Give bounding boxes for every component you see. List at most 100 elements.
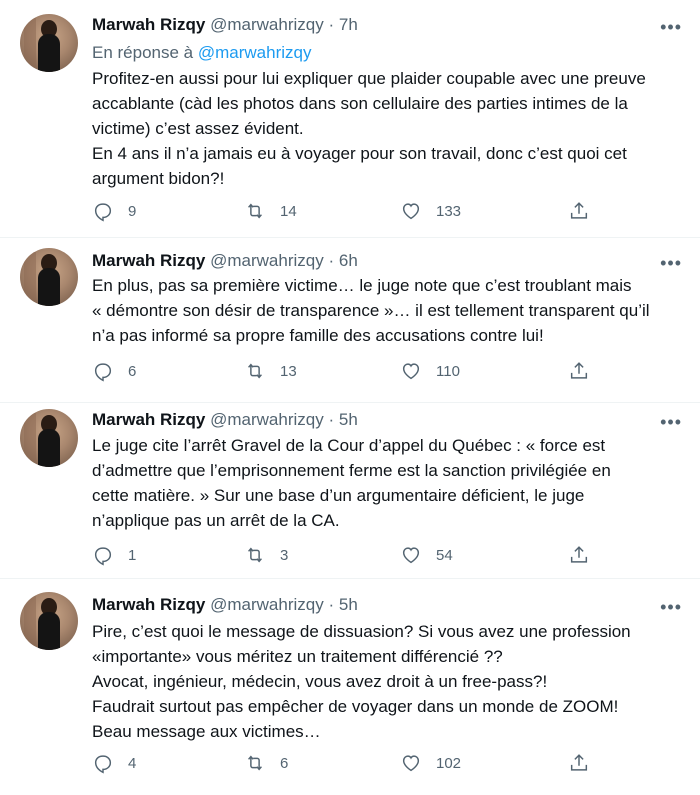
tweet-header: Marwah Rizqy @marwahrizqy · 5h — [92, 594, 358, 616]
tweet-text-line: «importante» vous méritez un traitement … — [92, 647, 503, 666]
author-handle[interactable]: @marwahrizqy — [210, 595, 324, 614]
like-count: 54 — [436, 546, 453, 564]
share-button[interactable] — [568, 543, 590, 567]
like-button[interactable]: 110 — [400, 359, 460, 383]
tweet-text-line: « démontre son désir de transparence »… … — [92, 301, 650, 320]
retweet-icon — [248, 203, 262, 219]
tweet-text-line: En plus, pas sa première victime… le jug… — [92, 276, 632, 295]
retweet-button[interactable]: 3 — [244, 543, 288, 567]
tweet-text-line: Faudrait surtout pas empêcher de voyager… — [92, 697, 619, 716]
tweet-header: Marwah Rizqy @marwahrizqy · 6h — [92, 250, 358, 272]
reply-icon — [94, 363, 112, 382]
action-bar: 1 3 54 — [92, 543, 592, 567]
separator-dot: · — [328, 595, 335, 614]
share-icon — [570, 362, 588, 379]
retweet-button[interactable]: 6 — [244, 751, 288, 775]
tweet-text: Pire, c’est quoi le message de dissuasio… — [92, 619, 682, 744]
timestamp[interactable]: 7h — [339, 15, 358, 34]
retweet-button[interactable]: 13 — [244, 359, 297, 383]
separator-dot: · — [328, 410, 335, 429]
avatar[interactable] — [20, 409, 78, 467]
like-button[interactable]: 102 — [400, 751, 461, 775]
share-button[interactable] — [568, 359, 590, 383]
more-icon[interactable]: ••• — [660, 598, 682, 616]
retweet-count: 6 — [280, 754, 289, 772]
share-button[interactable] — [568, 199, 590, 223]
reply-icon — [94, 547, 112, 566]
reply-count: 4 — [128, 754, 137, 772]
tweet-text-line: n’a pas informé sa propre famille des ac… — [92, 326, 544, 345]
like-button[interactable]: 133 — [400, 199, 461, 223]
more-icon[interactable]: ••• — [660, 254, 682, 272]
retweet-icon — [248, 547, 262, 563]
share-button[interactable] — [568, 751, 590, 775]
action-bar: 9 14 133 — [92, 199, 592, 223]
tweet-text-line: n’applique pas un arrêt de la CA. — [92, 511, 340, 530]
author-name[interactable]: Marwah Rizqy — [92, 15, 205, 34]
like-count: 133 — [436, 202, 462, 220]
tweet[interactable]: Marwah Rizqy @marwahrizqy · 5h ••• Le ju… — [0, 403, 700, 579]
tweet-text-line: Profitez-en aussi pour lui expliquer que… — [92, 69, 646, 88]
heart-icon — [402, 547, 420, 564]
tweet[interactable]: Marwah Rizqy @marwahrizqy · 5h ••• Pire,… — [0, 579, 700, 795]
author-handle[interactable]: @marwahrizqy — [210, 15, 324, 34]
tweet-text-line: Beau message aux victimes… — [92, 722, 321, 741]
tweet-header: Marwah Rizqy @marwahrizqy · 7h — [92, 14, 358, 36]
tweet-thread: Marwah Rizqy @marwahrizqy · 7h ••• En ré… — [0, 0, 700, 795]
author-handle[interactable]: @marwahrizqy — [210, 410, 324, 429]
tweet-text-line: Le juge cite l’arrêt Gravel de la Cour d… — [92, 436, 606, 455]
tweet-text-line: accablante (càd les photos dans son cell… — [92, 94, 628, 113]
tweet[interactable]: Marwah Rizqy @marwahrizqy · 6h ••• En pl… — [0, 238, 700, 403]
timestamp[interactable]: 5h — [339, 410, 358, 429]
heart-icon — [402, 203, 420, 220]
tweet-text: En plus, pas sa première victime… le jug… — [92, 273, 682, 348]
share-icon — [570, 546, 588, 563]
tweet-text: Le juge cite l’arrêt Gravel de la Cour d… — [92, 433, 682, 533]
reply-button[interactable]: 1 — [92, 543, 136, 567]
reply-icon — [94, 755, 112, 774]
retweet-count: 3 — [280, 546, 289, 564]
author-name[interactable]: Marwah Rizqy — [92, 595, 205, 614]
timestamp[interactable]: 5h — [339, 595, 358, 614]
more-icon[interactable]: ••• — [660, 413, 682, 431]
avatar[interactable] — [20, 14, 78, 72]
reply-button[interactable]: 6 — [92, 359, 136, 383]
tweet-text: Profitez-en aussi pour lui expliquer que… — [92, 66, 682, 191]
retweet-icon — [248, 363, 262, 379]
retweet-button[interactable]: 14 — [244, 199, 297, 223]
more-icon[interactable]: ••• — [660, 18, 682, 36]
reply-handle-link[interactable]: @marwahrizqy — [198, 43, 312, 62]
avatar[interactable] — [20, 248, 78, 306]
share-icon — [570, 202, 588, 219]
separator-dot: · — [328, 15, 335, 34]
tweet-text-line: Avocat, ingénieur, médecin, vous avez dr… — [92, 672, 548, 691]
tweet-text-line: argument bidon?! — [92, 169, 225, 188]
tweet-header: Marwah Rizqy @marwahrizqy · 5h — [92, 409, 358, 431]
tweet-text-line: En 4 ans il n’a jamais eu à voyager pour… — [92, 144, 627, 163]
tweet[interactable]: Marwah Rizqy @marwahrizqy · 7h ••• En ré… — [0, 0, 700, 238]
reply-button[interactable]: 4 — [92, 751, 136, 775]
retweet-count: 13 — [280, 362, 297, 380]
tweet-text-line: Pire, c’est quoi le message de dissuasio… — [92, 622, 631, 641]
reply-button[interactable]: 9 — [92, 199, 136, 223]
author-name[interactable]: Marwah Rizqy — [92, 410, 205, 429]
avatar[interactable] — [20, 592, 78, 650]
retweet-icon — [248, 755, 262, 771]
heart-icon — [402, 755, 420, 772]
action-bar: 4 6 102 — [92, 751, 592, 775]
like-button[interactable]: 54 — [400, 543, 453, 567]
retweet-count: 14 — [280, 202, 297, 220]
reply-icon — [94, 203, 112, 222]
timestamp[interactable]: 6h — [339, 251, 358, 270]
author-name[interactable]: Marwah Rizqy — [92, 251, 205, 270]
like-count: 110 — [436, 362, 460, 380]
reply-count: 1 — [128, 546, 137, 564]
separator-dot: · — [328, 251, 335, 270]
author-handle[interactable]: @marwahrizqy — [210, 251, 324, 270]
reply-count: 9 — [128, 202, 137, 220]
reply-count: 6 — [128, 362, 137, 380]
share-icon — [570, 754, 588, 771]
like-count: 102 — [436, 754, 462, 772]
tweet-text-line: cette matière. » Sur une base d’un argum… — [92, 486, 585, 505]
action-bar: 6 13 110 — [92, 359, 592, 383]
